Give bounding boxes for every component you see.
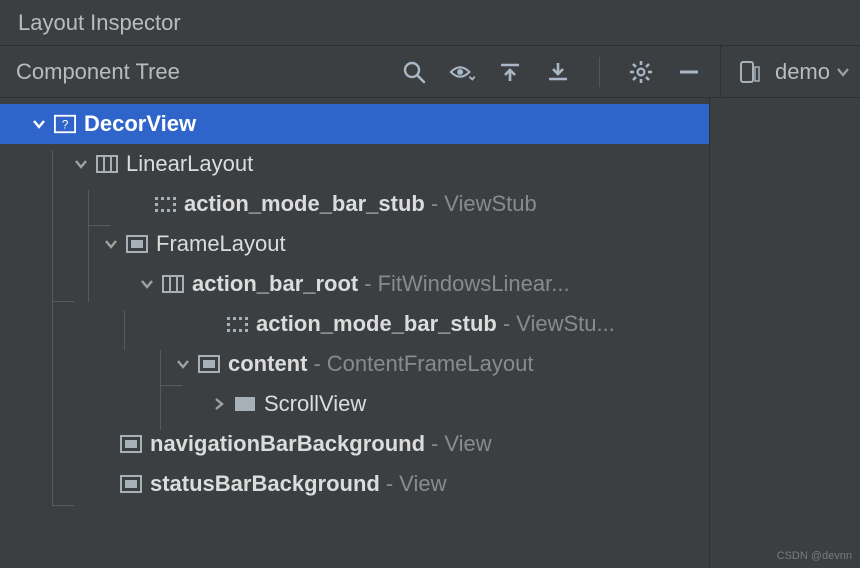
node-type: ViewStu... [516,311,615,337]
tree-row[interactable]: navigationBarBackground - View [0,424,709,464]
watermark: CSDN @devnn [777,550,852,562]
svg-text:?: ? [62,118,69,132]
tree-row[interactable]: action_mode_bar_stub - ViewStu... [0,304,709,344]
separator: - [431,431,438,457]
linear-icon [96,153,118,175]
chevron-down-icon[interactable] [172,353,194,375]
tree-row[interactable]: LinearLayout [0,144,709,184]
node-name: action_mode_bar_stub [256,311,497,337]
device-name: demo [775,59,830,85]
decor-icon: ? [54,113,76,135]
node-name: content [228,351,307,377]
separator: - [313,351,320,377]
chevron-down-icon[interactable] [70,153,92,175]
node-name: action_mode_bar_stub [184,191,425,217]
node-type: View [399,471,446,497]
node-name: statusBarBackground [150,471,380,497]
linear-icon [162,273,184,295]
tree-row[interactable]: action_bar_root - FitWindowsLinear... [0,264,709,304]
chevron-down-icon [836,65,850,79]
phone-icon [739,61,761,83]
tree-row[interactable]: FrameLayout [0,224,709,264]
node-name: FrameLayout [156,231,286,257]
tree-row[interactable]: action_mode_bar_stub - ViewStub [0,184,709,224]
tree-row[interactable]: ScrollView [0,384,709,424]
panel-header: Layout Inspector [0,0,860,46]
device-selector[interactable]: demo [739,59,850,85]
node-type: ViewStub [444,191,537,217]
chevron-down-icon[interactable] [100,233,122,255]
frame-icon [198,353,220,375]
panel-title: Layout Inspector [18,10,181,36]
component-tree[interactable]: ? DecorView LinearLayout action_mode_bar_st… [0,98,710,568]
node-name: action_bar_root [192,271,358,297]
chevron-down-icon[interactable] [28,113,50,135]
separator: - [364,271,371,297]
tree-row[interactable]: statusBarBackground - View [0,464,709,504]
collapse-all-icon[interactable] [545,59,571,85]
dots-icon [226,313,248,335]
node-name: DecorView [84,111,196,137]
node-type: View [444,431,491,457]
node-name: LinearLayout [126,151,253,177]
dots-icon [154,193,176,215]
chevron-down-icon[interactable] [136,273,158,295]
separator: - [386,471,393,497]
tree-row[interactable]: content - ContentFrameLayout [0,344,709,384]
frame-icon [120,433,142,455]
eye-icon[interactable] [449,59,475,85]
separator: - [503,311,510,337]
chevron-right-icon[interactable] [208,393,230,415]
node-name: navigationBarBackground [150,431,425,457]
gear-icon[interactable] [628,59,654,85]
node-type: ContentFrameLayout [327,351,534,377]
tree-row[interactable]: ? DecorView [0,104,709,144]
toolbar: Component Tree demo [0,46,860,98]
node-name: ScrollView [264,391,366,417]
toolbar-title: Component Tree [16,59,180,85]
search-icon[interactable] [401,59,427,85]
expand-all-icon[interactable] [497,59,523,85]
toolbar-divider [599,57,600,87]
separator: - [431,191,438,217]
minimize-icon[interactable] [676,59,702,85]
frame-icon [120,473,142,495]
frame-icon [126,233,148,255]
solid-icon [234,393,256,415]
node-type: FitWindowsLinear... [378,271,570,297]
